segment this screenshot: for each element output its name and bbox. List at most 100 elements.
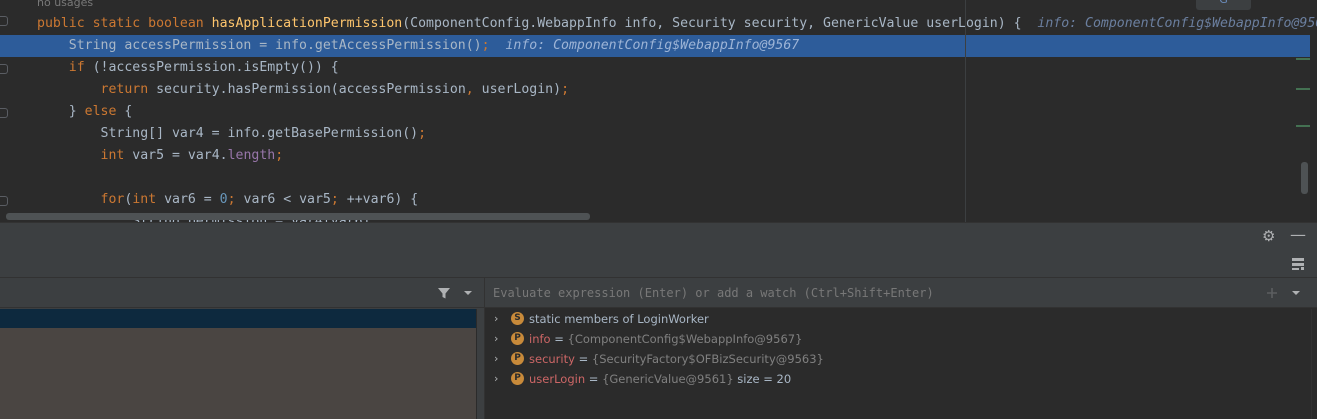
variables-list: › Sstatic members of LoginWorker › Pinfo = … xyxy=(485,309,1311,419)
editor-vertical-scrollbar[interactable] xyxy=(1301,162,1308,194)
debug-header: ⚙ — xyxy=(0,222,1317,250)
code-editor[interactable]: no usages G public static boolean hasApp… xyxy=(0,0,1317,222)
code-token: 0 xyxy=(219,192,228,207)
chevron-right-icon[interactable]: › xyxy=(494,309,498,329)
code-token: ; xyxy=(561,82,570,97)
current-execution-line[interactable]: String accessPermission = info.getAccess… xyxy=(0,35,1310,57)
frames-pane xyxy=(0,278,484,419)
chevron-down-icon[interactable] xyxy=(1291,290,1301,296)
code-line[interactable]: for(int var6 = 0; var6 < var5; ++var6) { xyxy=(0,189,1310,211)
code-token: var6 = xyxy=(156,192,220,207)
change-marker xyxy=(1296,88,1310,90)
right-margin-guide xyxy=(965,0,966,222)
code-token: ; xyxy=(481,38,490,53)
code-token: int xyxy=(132,192,157,207)
code-token: return xyxy=(100,82,149,97)
code-line[interactable]: int var5 = var4.length; xyxy=(0,145,1310,167)
usages-hint: no usages xyxy=(37,0,94,9)
variable-value: {GenericValue@9561} xyxy=(602,372,734,386)
fold-marker-icon[interactable] xyxy=(0,196,8,206)
variable-row[interactable]: › PuserLogin = {GenericValue@9561} size =… xyxy=(485,369,1311,389)
code-token: } xyxy=(37,104,85,119)
editor-horizontal-scrollbar[interactable] xyxy=(6,213,590,220)
code-token: if xyxy=(68,60,85,75)
parameter-badge-icon: P xyxy=(511,352,524,365)
layout-icon[interactable] xyxy=(1291,257,1305,271)
code-line[interactable]: String[] var4 = info.getBasePermission()… xyxy=(0,123,1310,145)
parameter-badge-icon: P xyxy=(511,372,524,385)
editor-corner-button[interactable]: G xyxy=(1196,0,1251,10)
variables-scrollbar[interactable] xyxy=(1311,309,1317,419)
variable-row[interactable]: › Sstatic members of LoginWorker xyxy=(485,309,1311,329)
parameter-badge-icon: P xyxy=(511,332,524,345)
evaluate-expression-input[interactable] xyxy=(493,284,1253,302)
variable-name: userLogin xyxy=(529,372,586,386)
variables-pane: › Sstatic members of LoginWorker › Pinfo = … xyxy=(484,278,1317,419)
variable-content: static members of LoginWorker xyxy=(529,309,709,329)
chevron-right-icon[interactable]: › xyxy=(494,329,498,349)
code-token: for xyxy=(100,192,125,207)
code-token: String accessPermission = info.getAccess… xyxy=(37,38,482,53)
code-line[interactable]: public static boolean hasApplicationPerm… xyxy=(0,13,1317,35)
code-token: ; xyxy=(418,126,427,141)
variable-value: {ComponentConfig$WebappInfo@9567} xyxy=(567,332,803,346)
code-line[interactable]: return security.hasPermission(accessPerm… xyxy=(0,79,1310,101)
code-token: length xyxy=(227,148,276,163)
inline-debug-value: info: ComponentConfig$WebappInfo@9567 xyxy=(489,38,800,53)
inline-debug-value: info: ComponentConfig$WebappInfo@9567 xyxy=(1037,16,1317,31)
code-token: (!accessPermission.isEmpty()) { xyxy=(84,60,339,75)
code-token: else xyxy=(84,104,117,119)
variable-extra-info: size = 20 xyxy=(737,372,792,386)
fold-marker-icon[interactable] xyxy=(0,108,8,118)
variable-row[interactable]: › Pinfo = {ComponentConfig$WebappInfo@956… xyxy=(485,329,1311,349)
variable-name: static xyxy=(529,312,561,326)
chevron-right-icon[interactable]: › xyxy=(494,349,498,369)
code-line[interactable] xyxy=(0,167,1310,189)
static-badge-icon: S xyxy=(511,312,524,325)
variable-content: security = {SecurityFactory$OFBizSecurit… xyxy=(529,352,824,366)
chevron-right-icon[interactable]: › xyxy=(494,369,498,389)
fold-marker-icon[interactable] xyxy=(0,16,8,26)
minimize-icon[interactable]: — xyxy=(1290,225,1306,244)
code-token: var5 = var4. xyxy=(124,148,228,163)
code-token: { xyxy=(116,104,133,119)
change-marker xyxy=(1296,125,1310,127)
code-token: userLogin) xyxy=(481,82,562,97)
frames-toolbar xyxy=(0,278,484,308)
frames-scrollbar[interactable] xyxy=(476,309,484,419)
filter-icon[interactable] xyxy=(437,286,451,300)
frames-list[interactable] xyxy=(0,309,476,419)
variable-value: members of LoginWorker xyxy=(564,312,709,326)
code-token: int xyxy=(100,148,125,163)
debug-tool-window: ⚙ — Evaluate expression (Enter) or add a… xyxy=(0,222,1317,419)
code-token: var6 < var5 xyxy=(243,192,331,207)
variable-content: info = {ComponentConfig$WebappInfo@9567} xyxy=(529,332,803,346)
variable-value: {SecurityFactory$OFBizSecurity@9563} xyxy=(591,352,824,366)
variable-name: info xyxy=(529,332,551,346)
code-token: ; xyxy=(275,148,284,163)
debug-toolbar xyxy=(0,250,1317,278)
gear-icon[interactable]: ⚙ xyxy=(1262,227,1275,245)
variable-name: security xyxy=(529,352,575,366)
selected-frame-row[interactable] xyxy=(0,309,476,328)
code-token: security.hasPermission(accessPermission xyxy=(148,82,466,97)
code-line[interactable]: if (!accessPermission.isEmpty()) { xyxy=(0,57,1310,79)
add-watch-icon[interactable] xyxy=(1265,286,1279,300)
code-token: String[] var4 = info.getBasePermission() xyxy=(37,126,419,141)
code-token: public static boolean xyxy=(37,16,212,31)
variable-row[interactable]: › Psecurity = {SecurityFactory$OFBizSecur… xyxy=(485,349,1311,369)
code-token: hasApplicationPermission xyxy=(211,16,403,31)
code-token: , xyxy=(465,82,482,97)
fold-marker-icon[interactable] xyxy=(0,64,8,74)
variable-content: userLogin = {GenericValue@9561} size = 2… xyxy=(529,372,792,386)
code-token: ; xyxy=(227,192,244,207)
code-token: ++var6) { xyxy=(346,192,419,207)
code-token: ; xyxy=(330,192,347,207)
code-token: (ComponentConfig.WebappInfo info, Securi… xyxy=(402,16,1038,31)
chevron-down-icon[interactable] xyxy=(463,290,473,296)
code-line[interactable]: } else { xyxy=(0,101,1310,123)
